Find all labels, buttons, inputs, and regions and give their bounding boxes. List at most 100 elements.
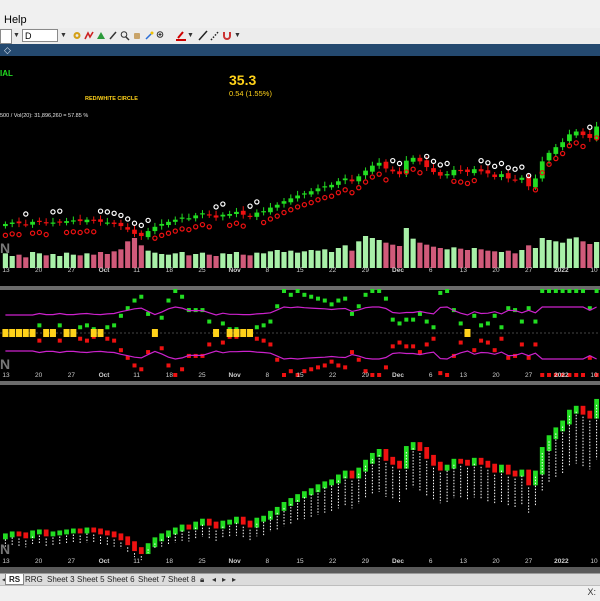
candle-body [111, 222, 117, 224]
indicator-icon[interactable] [84, 30, 94, 41]
pane-divider[interactable] [0, 286, 600, 290]
stop-circle-red [362, 179, 369, 185]
stop-circle-white [131, 220, 138, 226]
candle-body [356, 176, 362, 182]
candle-body [492, 174, 498, 178]
stop-circle-red [63, 229, 70, 236]
date-axis-label: Oct [99, 558, 111, 565]
volume-bar [390, 244, 396, 268]
chevron-down-icon[interactable]: ▼ [234, 32, 241, 39]
oscillator-dot [78, 336, 83, 341]
chevron-down-icon[interactable]: ▼ [187, 32, 194, 39]
sheet-scroll-icon[interactable]: ▸ [232, 574, 236, 585]
volume-bar [213, 256, 219, 268]
settings-icon[interactable] [72, 30, 82, 41]
date-axis-label: 27 [68, 372, 76, 379]
date-axis-label: 2022 [554, 372, 569, 379]
stop-circle-red [199, 221, 206, 228]
date-axis-label: 11 [133, 372, 140, 379]
hand-icon[interactable] [132, 30, 142, 41]
pane-divider[interactable] [0, 381, 600, 385]
sheet-tab-5[interactable]: Sheet 5 [74, 574, 108, 585]
rs-candle [84, 527, 90, 534]
sheet-tab-6[interactable]: Sheet 6 [104, 574, 138, 585]
stop-circle-red [36, 229, 43, 236]
oscillator-dot [404, 344, 409, 349]
volume-bar [383, 242, 389, 268]
sheet-tab-7[interactable]: Sheet 7 [135, 574, 169, 585]
chevron-down-icon[interactable]: ▼ [60, 32, 67, 39]
menu-help[interactable]: Help [4, 14, 27, 26]
candle-body [23, 224, 29, 226]
sheet-tab-rrg[interactable]: RRG [22, 574, 46, 585]
stop-circle-red [158, 232, 165, 239]
crossover-marker [233, 329, 240, 337]
color-pen-icon[interactable] [176, 30, 186, 41]
rs-candle [247, 520, 253, 528]
sheet-tab-8[interactable]: Sheet 8 [165, 574, 199, 585]
chart-svg[interactable]: IAL 35.3 0.54 (1.55%) RED/WHITE CIRCLE 5… [0, 56, 600, 573]
zoom-icon[interactable] [120, 30, 130, 41]
rs-candle [444, 464, 450, 471]
date-axis-label: 13 [2, 372, 10, 379]
oscillator-dot [574, 373, 579, 377]
dotted-line-icon[interactable] [210, 30, 220, 41]
rs-candle [152, 537, 158, 548]
last-price: 35.3 [229, 72, 256, 88]
stop-circle-white [97, 208, 104, 214]
rs-candle [458, 458, 464, 464]
candle-body [36, 220, 42, 222]
date-axis-label: 13 [460, 558, 468, 565]
rs-candle [390, 456, 396, 465]
chart-area[interactable]: IAL 35.3 0.54 (1.55%) RED/WHITE CIRCLE 5… [0, 56, 600, 573]
oscillator-dot [390, 344, 395, 349]
menu-bar: Help [0, 0, 600, 29]
rs-candle [261, 515, 267, 522]
period-select[interactable]: D [22, 29, 58, 42]
candle-body [84, 219, 90, 223]
oscillator-dot [472, 348, 477, 353]
rs-candle [329, 479, 334, 486]
volume-bar [594, 242, 600, 268]
volume-bar [471, 248, 477, 268]
volume-bar [240, 254, 246, 268]
lock-icon[interactable]: 🔒︎ [200, 574, 204, 585]
zoom-in-icon[interactable] [156, 30, 166, 41]
sheet-tab-3[interactable]: Sheet 3 [44, 574, 78, 585]
pen-icon[interactable] [108, 30, 118, 41]
diamond-icon[interactable]: ◇ [4, 45, 11, 56]
rs-candle [437, 461, 443, 471]
volume-bar [57, 256, 63, 268]
crossover-marker [15, 329, 22, 337]
oscillator-dot [349, 350, 354, 355]
date-axis-label: 6 [429, 267, 433, 274]
volume-bar [356, 241, 362, 268]
prev-sheet-icon[interactable]: ◂ [212, 574, 216, 585]
symbol-input[interactable] [0, 29, 12, 44]
volume-bar [2, 253, 8, 268]
date-axis-label: 10 [590, 267, 598, 274]
oscillator-dot [526, 306, 531, 311]
stop-circle-red [206, 224, 212, 230]
volume-bar [295, 252, 301, 268]
magic-icon[interactable] [144, 30, 154, 41]
stop-circle-red [165, 230, 172, 236]
date-axis-label: 13 [460, 372, 468, 379]
next-sheet-icon[interactable]: ▸ [222, 574, 226, 585]
rs-candle [77, 528, 83, 534]
volume-bar [138, 245, 144, 268]
oscillator-dot [84, 323, 89, 328]
line-tool-icon[interactable] [198, 30, 208, 41]
magnet-icon[interactable] [222, 30, 232, 41]
chevron-down-icon[interactable]: ▼ [13, 32, 20, 39]
oscillator-dot [363, 292, 368, 297]
draw-icon[interactable] [96, 30, 106, 41]
oscillator-dot [567, 289, 572, 293]
volume-bar [281, 252, 287, 268]
rs-candle [308, 488, 314, 496]
oscillator-dot [261, 323, 266, 328]
candle-body [315, 188, 321, 192]
oscillator-dot [377, 289, 382, 293]
candle-body [70, 220, 76, 222]
oscillator-dot [397, 340, 402, 345]
